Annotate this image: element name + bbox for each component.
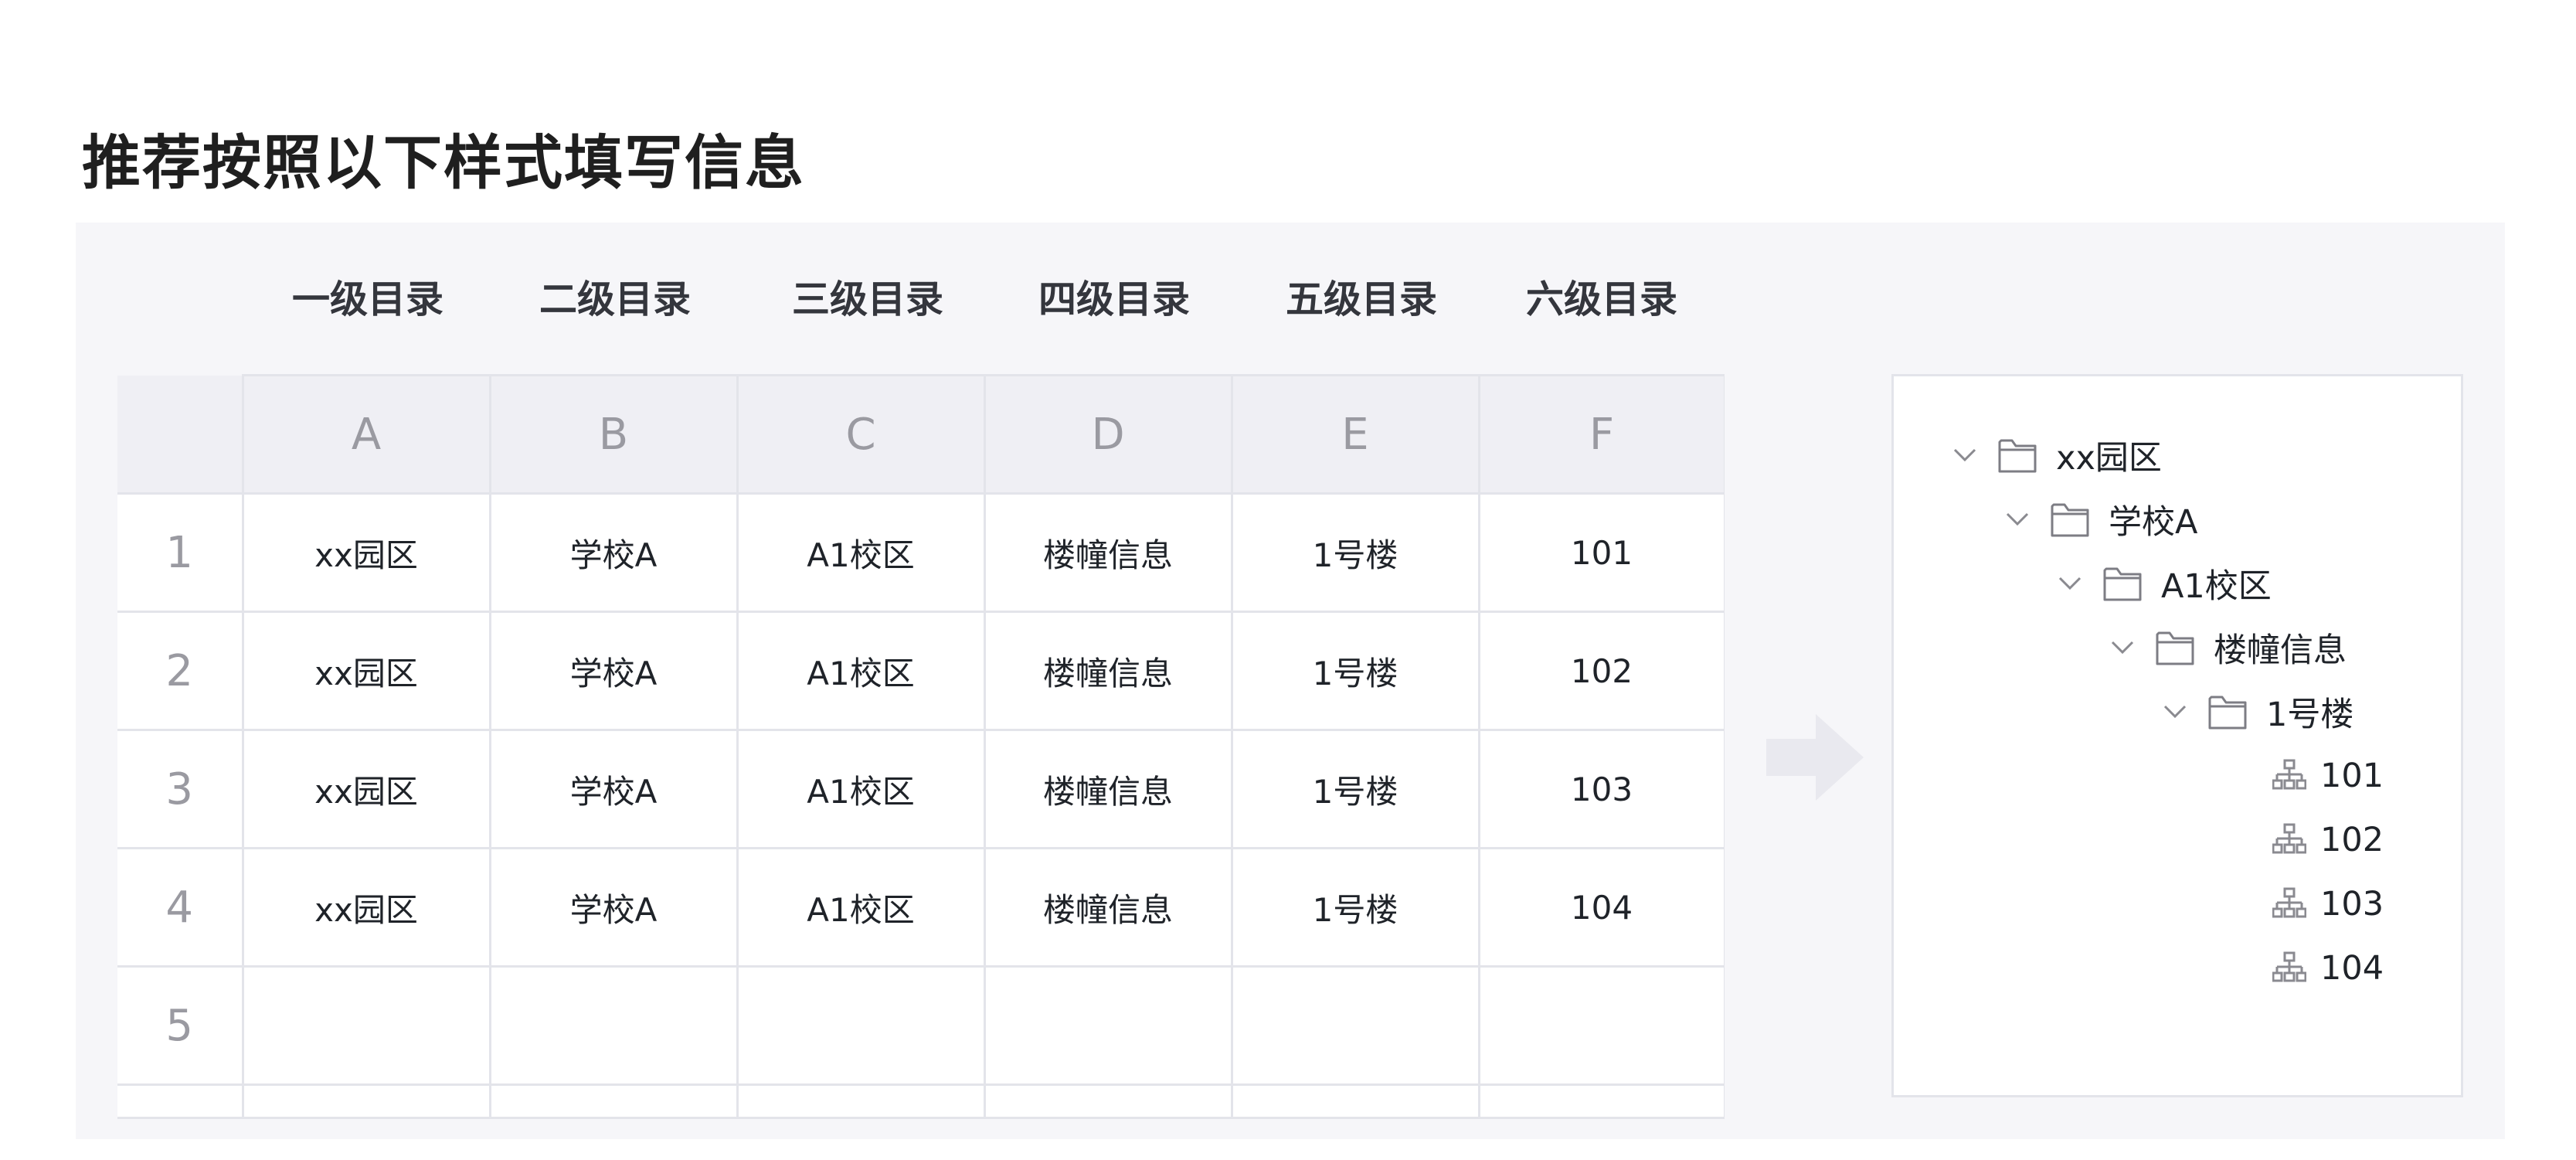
cell xyxy=(1230,1083,1480,1119)
tree-node-label: 103 xyxy=(2320,885,2384,924)
cell[interactable]: 103 xyxy=(1477,729,1725,849)
cell[interactable]: 学校A xyxy=(488,492,739,613)
tree-node-label: 学校A xyxy=(2109,503,2198,542)
cell[interactable]: 楼幢信息 xyxy=(983,847,1233,968)
cell[interactable]: A1校区 xyxy=(736,847,986,968)
cell[interactable]: 学校A xyxy=(488,847,739,968)
cell[interactable] xyxy=(1230,965,1480,1086)
tree-node-label: 104 xyxy=(2320,949,2384,988)
cell xyxy=(488,1083,739,1119)
cell[interactable] xyxy=(241,965,491,1086)
arrow-right-icon xyxy=(1766,714,1864,801)
column-header-d[interactable]: D xyxy=(983,374,1233,495)
column-header-a[interactable]: A xyxy=(241,374,491,495)
cell[interactable]: 1号楼 xyxy=(1230,611,1480,731)
cell[interactable]: 1号楼 xyxy=(1230,729,1480,849)
cell[interactable]: A1校区 xyxy=(736,611,986,731)
cell[interactable]: 楼幢信息 xyxy=(983,492,1233,613)
tree-node-label: 101 xyxy=(2320,757,2384,795)
cell[interactable]: A1校区 xyxy=(736,492,986,613)
chevron-down-icon[interactable] xyxy=(2158,689,2192,735)
cell[interactable]: xx园区 xyxy=(241,847,491,968)
table-row: 2 xx园区 学校A A1校区 楼幢信息 1号楼 102 xyxy=(117,611,1725,731)
cell[interactable]: 学校A xyxy=(488,611,739,731)
cell xyxy=(1477,1083,1725,1119)
folder-icon xyxy=(2051,503,2089,537)
page-title: 推荐按照以下样式填写信息 xyxy=(82,128,805,197)
tree-node-leaf[interactable]: 101 xyxy=(2272,753,2384,799)
table-row-partial xyxy=(117,1083,1725,1119)
org-chart-icon xyxy=(2272,759,2306,790)
row-number[interactable]: 1 xyxy=(117,492,244,613)
tree-node-folder[interactable]: 楼幢信息 xyxy=(2105,624,2347,671)
folder-icon xyxy=(2156,631,2194,665)
tree-node-folder[interactable]: xx园区 xyxy=(1948,432,2162,478)
chevron-down-icon[interactable] xyxy=(2000,496,2034,543)
folder-icon xyxy=(1998,439,2037,473)
cell[interactable]: xx园区 xyxy=(241,729,491,849)
tree-node-leaf[interactable]: 103 xyxy=(2272,881,2384,927)
cell[interactable]: xx园区 xyxy=(241,611,491,731)
cell xyxy=(736,1083,986,1119)
cell[interactable]: 102 xyxy=(1477,611,1725,731)
level-header-4: 四级目录 xyxy=(1038,277,1191,321)
folder-icon xyxy=(2103,567,2142,601)
tree-node-label: A1校区 xyxy=(2161,567,2272,606)
row-number xyxy=(117,1083,244,1119)
example-panel: 一级目录 二级目录 三级目录 四级目录 五级目录 六级目录 A B C D E … xyxy=(76,223,2505,1139)
cell[interactable] xyxy=(1477,965,1725,1086)
cell[interactable]: 104 xyxy=(1477,847,1725,968)
cell[interactable]: A1校区 xyxy=(736,729,986,849)
tree-node-folder[interactable]: A1校区 xyxy=(2053,560,2272,607)
column-header-c[interactable]: C xyxy=(736,374,986,495)
level-header-3: 三级目录 xyxy=(791,277,944,321)
tree-node-folder[interactable]: 学校A xyxy=(2000,496,2197,543)
table-row: 3 xx园区 学校A A1校区 楼幢信息 1号楼 103 xyxy=(117,729,1725,849)
cell xyxy=(983,1083,1233,1119)
tree-node-label: 102 xyxy=(2320,821,2384,859)
folder-icon xyxy=(2208,696,2247,730)
chevron-down-icon[interactable] xyxy=(2053,560,2087,607)
tree-node-label: 1号楼 xyxy=(2266,696,2354,734)
cell xyxy=(241,1083,491,1119)
row-number[interactable]: 4 xyxy=(117,847,244,968)
row-number[interactable]: 3 xyxy=(117,729,244,849)
spreadsheet-grid: A B C D E F 1 xx园区 学校A A1校区 楼幢信息 1号楼 101 xyxy=(117,374,1725,1119)
org-chart-icon xyxy=(2272,823,2306,854)
tree-node-label: 楼幢信息 xyxy=(2214,631,2347,670)
cell[interactable] xyxy=(736,965,986,1086)
table-row: 5 xyxy=(117,965,1725,1086)
tree-preview: xx园区 学校A A1校区 楼幢信息 1号楼 101 102 103 104 xyxy=(1891,374,2463,1097)
level-header-5: 五级目录 xyxy=(1285,277,1438,321)
column-header-f[interactable]: F xyxy=(1477,374,1725,495)
cell[interactable]: 1号楼 xyxy=(1230,492,1480,613)
chevron-down-icon[interactable] xyxy=(2105,624,2139,671)
tree-node-leaf[interactable]: 102 xyxy=(2272,817,2384,863)
cell[interactable] xyxy=(983,965,1233,1086)
column-header-e[interactable]: E xyxy=(1230,374,1480,495)
corner-cell[interactable] xyxy=(117,375,244,495)
org-chart-icon xyxy=(2272,951,2306,982)
chevron-down-icon[interactable] xyxy=(1948,432,1982,478)
cell[interactable] xyxy=(488,965,739,1086)
cell[interactable]: 楼幢信息 xyxy=(983,611,1233,731)
cell[interactable]: 1号楼 xyxy=(1230,847,1480,968)
table-row: 1 xx园区 学校A A1校区 楼幢信息 1号楼 101 xyxy=(117,492,1725,613)
level-header-1: 一级目录 xyxy=(291,277,444,321)
column-header-b[interactable]: B xyxy=(488,374,739,495)
tree-node-leaf[interactable]: 104 xyxy=(2272,945,2384,992)
cell[interactable]: 楼幢信息 xyxy=(983,729,1233,849)
tree-node-label: xx园区 xyxy=(2056,439,2162,478)
row-number[interactable]: 5 xyxy=(117,965,244,1086)
row-number[interactable]: 2 xyxy=(117,611,244,731)
level-header-2: 二级目录 xyxy=(539,277,692,321)
tree-node-folder[interactable]: 1号楼 xyxy=(2158,689,2353,735)
table-row: 4 xx园区 学校A A1校区 楼幢信息 1号楼 104 xyxy=(117,847,1725,968)
level-header-6: 六级目录 xyxy=(1525,277,1678,321)
cell[interactable]: 学校A xyxy=(488,729,739,849)
spreadsheet: A B C D E F 1 xx园区 学校A A1校区 楼幢信息 1号楼 101 xyxy=(117,374,1725,1121)
cell[interactable]: 101 xyxy=(1477,492,1725,613)
cell[interactable]: xx园区 xyxy=(241,492,491,613)
org-chart-icon xyxy=(2272,887,2306,918)
